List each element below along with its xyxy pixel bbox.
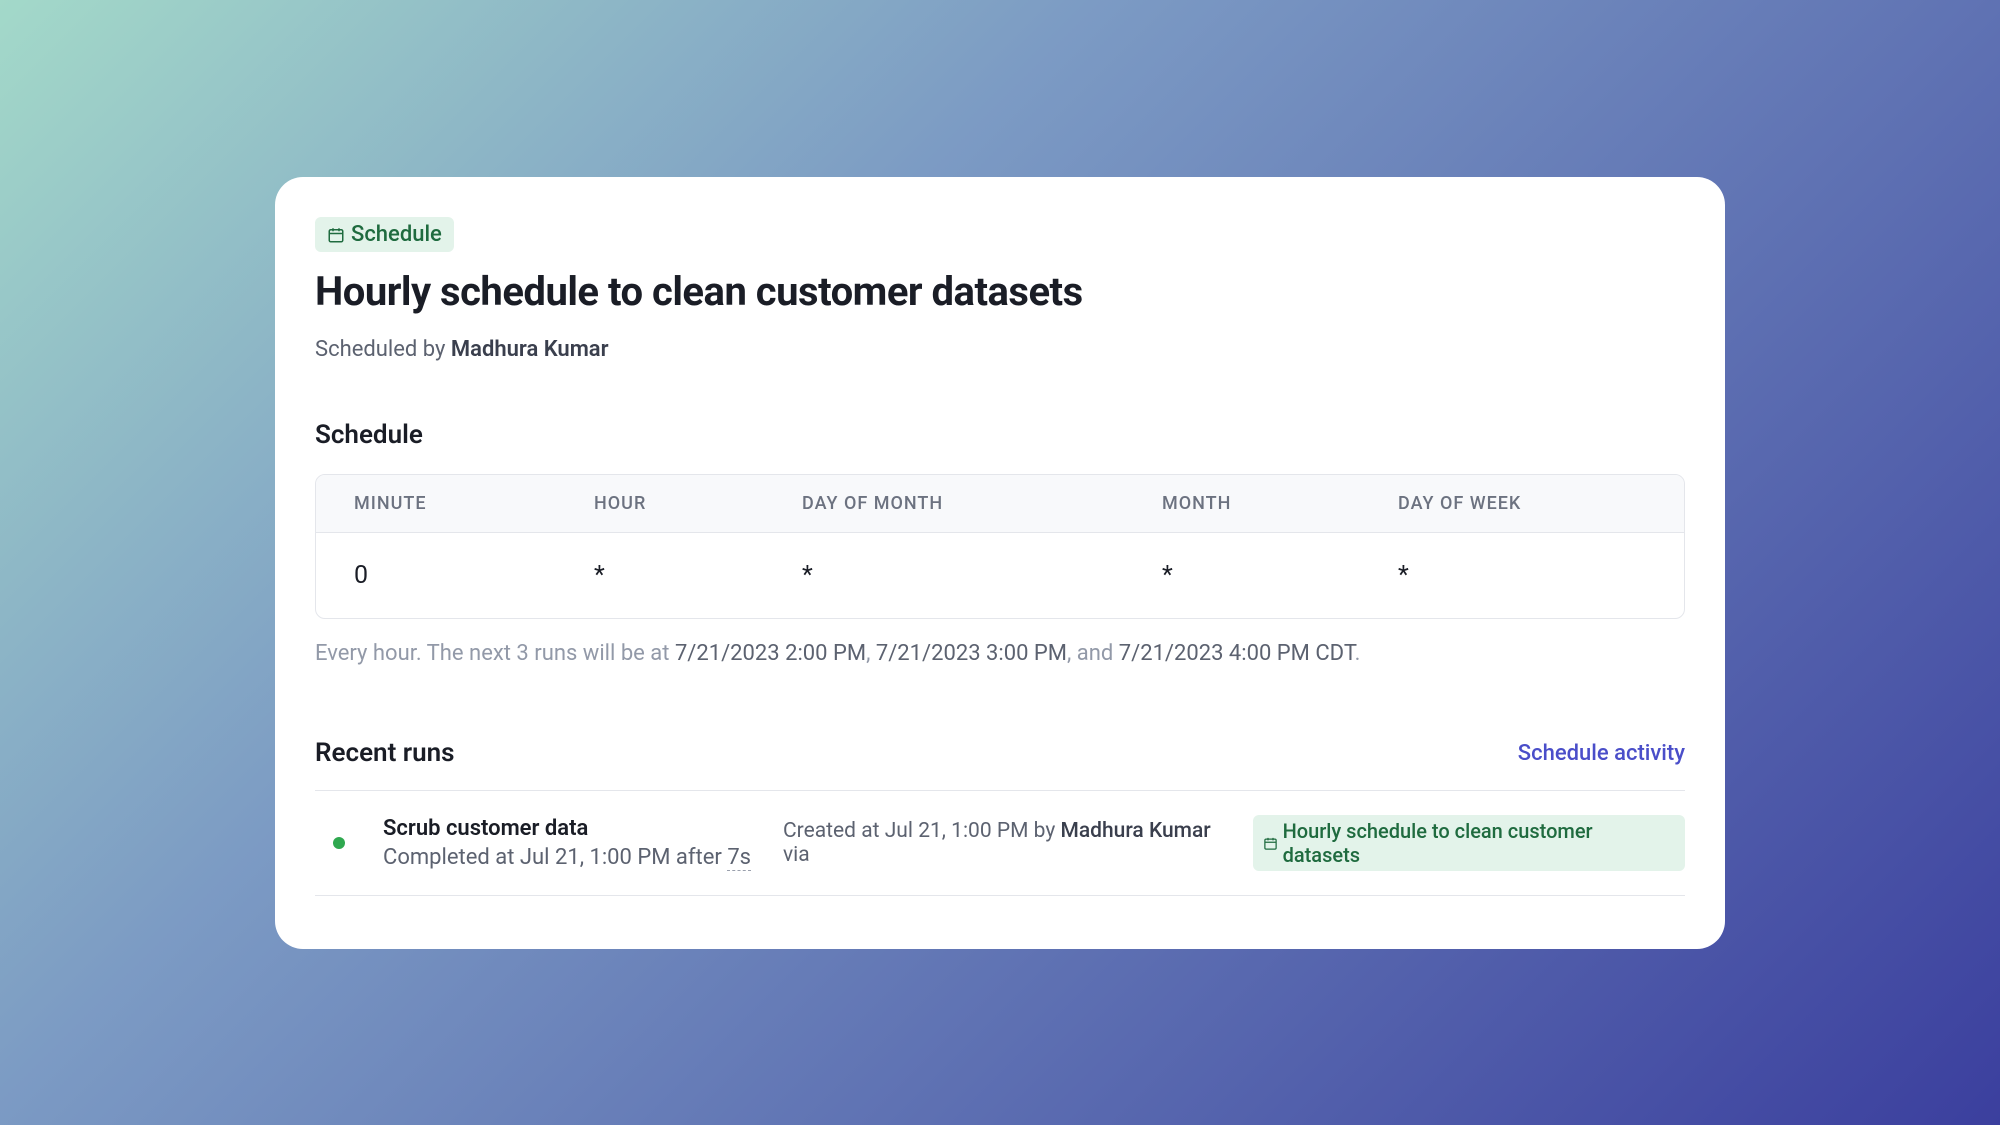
cron-val-dow: * <box>1360 533 1684 618</box>
run-created-prefix: Created at <box>783 819 885 843</box>
cron-value-row: 0 * * * * <box>316 533 1684 618</box>
run-left: Scrub customer data Completed at Jul 21,… <box>383 816 783 870</box>
cron-col-dow: DAY OF WEEK <box>1360 475 1684 532</box>
run-right: Created at Jul 21, 1:00 PM by Madhura Ku… <box>783 815 1685 871</box>
cron-col-hour: HOUR <box>556 475 764 532</box>
run-schedule-badge[interactable]: Hourly schedule to clean customer datase… <box>1253 815 1685 871</box>
run-completed: Completed at Jul 21, 1:00 PM after 7s <box>383 845 783 870</box>
cron-table: MINUTE HOUR DAY OF MONTH MONTH DAY OF WE… <box>315 474 1685 619</box>
recent-runs-header: Recent runs Schedule activity <box>315 738 1685 768</box>
run-created-time: Jul 21, 1:00 PM <box>885 819 1029 843</box>
cron-sep-2: , and <box>1067 641 1119 666</box>
cron-val-hour: * <box>556 533 764 618</box>
run-completed-prefix: Completed at <box>383 845 520 870</box>
cron-val-month: * <box>1124 533 1360 618</box>
run-completed-time: Jul 21, 1:00 PM <box>520 845 671 870</box>
schedule-card: Schedule Hourly schedule to clean custom… <box>275 177 1725 949</box>
cron-next-run-2: 7/21/2023 3:00 PM <box>876 641 1067 666</box>
cron-header-row: MINUTE HOUR DAY OF MONTH MONTH DAY OF WE… <box>316 475 1684 533</box>
run-name: Scrub customer data <box>383 816 783 841</box>
run-schedule-badge-label: Hourly schedule to clean customer datase… <box>1283 819 1675 867</box>
page-title: Hourly schedule to clean customer datase… <box>315 268 1685 315</box>
schedule-badge: Schedule <box>315 217 454 252</box>
run-creator: Madhura Kumar <box>1060 819 1210 843</box>
run-row[interactable]: Scrub customer data Completed at Jul 21,… <box>315 791 1685 896</box>
run-via-label: via <box>783 843 810 867</box>
schedule-heading: Schedule <box>315 420 1685 450</box>
cron-desc-suffix: . <box>1355 641 1361 666</box>
calendar-icon <box>1263 836 1278 851</box>
cron-val-minute: 0 <box>316 533 556 618</box>
run-after-label: after <box>670 845 727 870</box>
cron-col-minute: MINUTE <box>316 475 556 532</box>
scheduled-by-prefix: Scheduled by <box>315 337 451 362</box>
run-created-text: Created at Jul 21, 1:00 PM by Madhura Ku… <box>783 819 1243 867</box>
schedule-activity-link[interactable]: Schedule activity <box>1518 741 1685 766</box>
run-duration: 7s <box>727 845 751 871</box>
cron-desc-prefix: Every hour. The next 3 runs will be at <box>315 641 675 666</box>
cron-description: Every hour. The next 3 runs will be at 7… <box>315 641 1685 666</box>
status-dot-success <box>333 837 345 849</box>
scheduled-by: Scheduled by Madhura Kumar <box>315 337 1685 362</box>
run-by-label: by <box>1028 819 1060 843</box>
cron-val-dom: * <box>764 533 1124 618</box>
cron-next-run-3: 7/21/2023 4:00 PM CDT <box>1119 641 1355 666</box>
cron-col-dom: DAY OF MONTH <box>764 475 1124 532</box>
cron-next-run-1: 7/21/2023 2:00 PM <box>675 641 866 666</box>
calendar-icon <box>327 226 345 244</box>
scheduled-by-name: Madhura Kumar <box>451 337 609 362</box>
schedule-badge-label: Schedule <box>351 222 442 247</box>
cron-sep-1: , <box>866 641 876 666</box>
recent-runs-heading: Recent runs <box>315 738 455 768</box>
cron-col-month: MONTH <box>1124 475 1360 532</box>
